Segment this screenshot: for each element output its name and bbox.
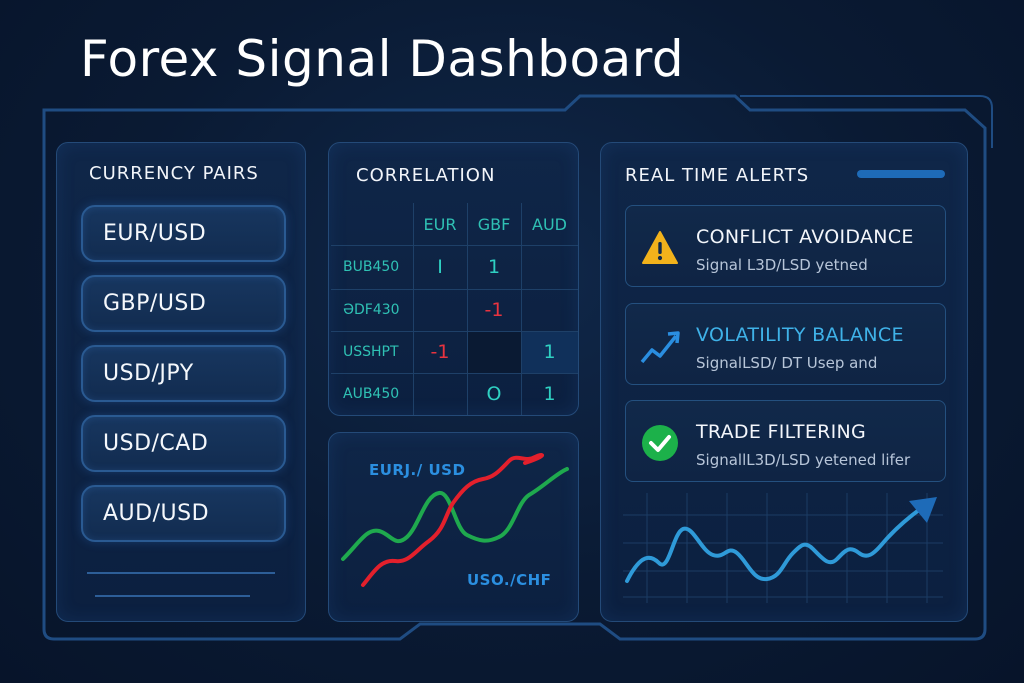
corr-row-label: BUB450 (343, 259, 400, 275)
pair-button-gbpusd[interactable]: GBP/USD (81, 275, 286, 332)
corr-cell: I (437, 256, 443, 278)
alert-subtitle: SignalLSD/ DT Usep and (696, 354, 878, 372)
corr-col-header: AUD (532, 214, 567, 234)
alert-card-volatility-balance[interactable]: VOLATILITY BALANCE SignalLSD/ DT Usep an… (625, 303, 946, 385)
alerts-title: REAL TIME ALERTS (625, 165, 810, 186)
pair-chart-panel: EURJ./ USD USO./CHF (328, 432, 579, 622)
alert-title: TRADE FILTERING (696, 421, 867, 443)
trend-chart (623, 493, 943, 603)
corr-col-header: GBF (477, 214, 511, 234)
pair-button-usdjpy[interactable]: USD/JPY (81, 345, 286, 402)
alert-subtitle: Signal L3D/LSD yetned (696, 256, 868, 274)
check-circle-icon (642, 425, 678, 461)
corr-cell: -1 (430, 341, 450, 363)
corr-cell: -1 (484, 299, 504, 321)
green-series-line (341, 467, 569, 561)
chart-label-bottom: USO./CHF (467, 571, 552, 589)
currency-pairs-title: CURRENCY PAIRS (89, 163, 259, 184)
corr-cell: 1 (487, 256, 501, 278)
alert-title: VOLATILITY BALANCE (696, 324, 904, 346)
correlation-title: CORRELATION (356, 165, 496, 186)
corr-cell: O (486, 383, 502, 405)
divider (87, 572, 275, 574)
currency-pairs-panel: CURRENCY PAIRS EUR/USD GBP/USD USD/JPY U… (56, 142, 306, 622)
corr-row-label: USSHPT (343, 344, 399, 360)
trend-arrow-head (909, 497, 937, 523)
alert-card-trade-filtering[interactable]: TRADE FILTERING SignallL3D/LSD yetened l… (625, 400, 946, 482)
alert-card-conflict-avoidance[interactable]: CONFLICT AVOIDANCE Signal L3D/LSD yetned (625, 205, 946, 287)
trend-up-icon (640, 331, 680, 364)
correlation-table: EUR GBF AUD BUB450 I 1 ƏDF430 -1 USSHPT … (331, 203, 578, 415)
chart-label-top: EURJ./ USD (369, 461, 466, 479)
pair-button-usdcad[interactable]: USD/CAD (81, 415, 286, 472)
alert-title: CONFLICT AVOIDANCE (696, 226, 914, 248)
corr-cell (413, 373, 467, 415)
alerts-tab-indicator (857, 170, 945, 178)
corr-cell (467, 331, 521, 373)
corr-cell: 1 (543, 383, 556, 405)
corr-cell: 1 (543, 341, 556, 363)
alerts-panel: REAL TIME ALERTS CONFLICT AVOIDANCE Sign… (600, 142, 968, 622)
corr-row-label: AUB450 (343, 386, 400, 402)
alert-subtitle: SignallL3D/LSD yetened lifer (696, 451, 911, 469)
correlation-panel: CORRELATION EUR GBF AUD BUB450 I 1 ƏDF43… (328, 142, 579, 416)
pair-button-eurusd[interactable]: EUR/USD (81, 205, 286, 262)
corr-cell (413, 289, 467, 331)
corr-col-header: EUR (423, 214, 457, 234)
warning-icon (642, 231, 678, 264)
trend-line (625, 505, 925, 583)
corr-row-label: ƏDF430 (343, 302, 400, 318)
corr-cell (521, 289, 578, 331)
page-title: Forex Signal Dashboard (80, 30, 685, 88)
pair-button-audusd[interactable]: AUD/USD (81, 485, 286, 542)
corr-cell (521, 245, 578, 289)
divider (95, 595, 250, 597)
